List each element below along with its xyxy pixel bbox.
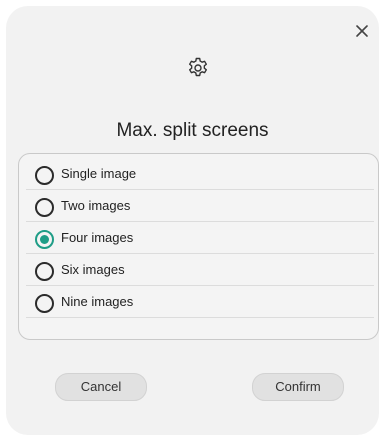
option-nine-images[interactable]: Nine images — [26, 286, 374, 318]
cancel-button[interactable]: Cancel — [55, 373, 147, 401]
radio-button[interactable] — [35, 166, 54, 185]
confirm-button[interactable]: Confirm — [252, 373, 344, 401]
split-screens-dialog: Max. split screens Single image Two imag… — [6, 6, 379, 435]
divider — [26, 317, 374, 318]
option-label: Nine images — [61, 294, 134, 309]
option-label: Two images — [61, 198, 131, 213]
radio-button[interactable] — [35, 294, 54, 313]
option-single-image[interactable]: Single image — [26, 158, 374, 190]
radio-button-selected[interactable] — [35, 230, 54, 249]
split-options-list: Single image Two images Four images Six … — [18, 153, 379, 340]
dialog-title: Max. split screens — [116, 120, 269, 141]
option-four-images[interactable]: Four images — [26, 222, 374, 254]
option-label: Four images — [61, 230, 134, 245]
close-icon[interactable] — [354, 23, 370, 39]
radio-button[interactable] — [35, 262, 54, 281]
gear-icon — [189, 57, 207, 77]
radio-button[interactable] — [35, 198, 54, 217]
option-label: Six images — [61, 262, 125, 277]
option-two-images[interactable]: Two images — [26, 190, 374, 222]
option-label: Single image — [61, 166, 137, 181]
option-six-images[interactable]: Six images — [26, 254, 374, 286]
